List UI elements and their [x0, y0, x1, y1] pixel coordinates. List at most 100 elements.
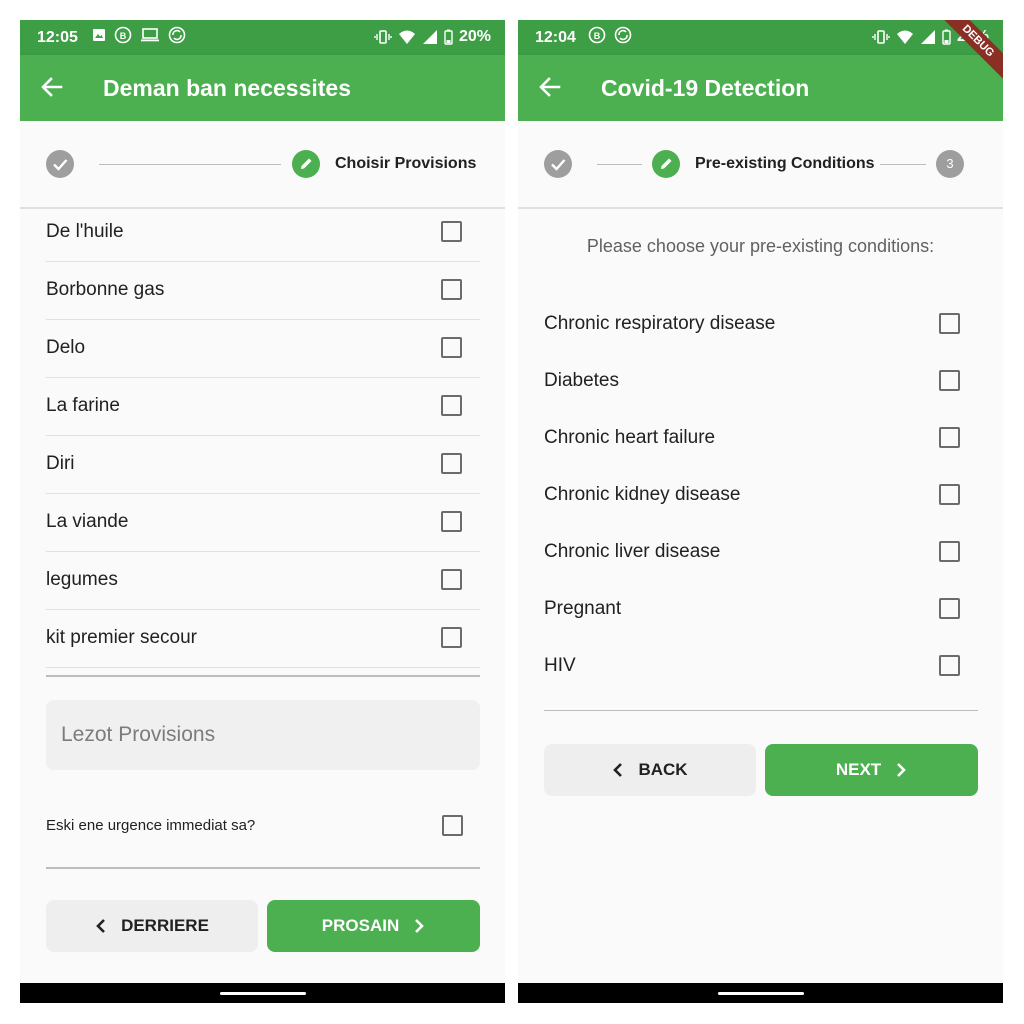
list-item-label: HIV	[544, 655, 576, 676]
item-checkbox[interactable]	[441, 569, 462, 590]
nav-bar	[518, 983, 1003, 1003]
app-bar: Deman ban necessites	[20, 55, 505, 121]
next-button-label: NEXT	[835, 760, 882, 779]
divider	[544, 710, 978, 711]
list-item-label: Chronic heart failure	[544, 427, 716, 448]
list-item[interactable]: Diabetes	[544, 353, 978, 410]
item-checkbox[interactable]	[441, 279, 462, 300]
chevron-right-icon	[897, 763, 907, 777]
list-item[interactable]: Pregnant	[544, 581, 978, 638]
divider	[46, 867, 480, 869]
step-label-current: Choisir Provisions	[335, 155, 477, 172]
list-item[interactable]: Chronic liver disease	[544, 524, 978, 581]
item-checkbox[interactable]	[939, 313, 960, 334]
urgent-checkbox[interactable]	[442, 815, 463, 836]
svg-text:B: B	[594, 31, 601, 41]
wifi-icon	[896, 30, 913, 44]
signal-icon	[422, 30, 437, 44]
signal-icon	[920, 30, 935, 44]
item-checkbox[interactable]	[441, 221, 462, 242]
item-checkbox[interactable]	[939, 598, 960, 619]
other-provisions-field[interactable]	[46, 700, 480, 770]
right-screen: 12:04 B 20% Covid-19 Detection DEBUG Pre…	[518, 20, 1003, 1003]
system-icons: 20%	[374, 28, 491, 46]
item-checkbox[interactable]	[441, 627, 462, 648]
list-item[interactable]: HIV	[544, 638, 978, 695]
step-1-complete[interactable]	[544, 150, 572, 178]
step-2-current[interactable]	[292, 150, 320, 178]
list-item[interactable]: Delo	[46, 320, 480, 378]
list-item[interactable]: La viande	[46, 494, 480, 552]
item-checkbox[interactable]	[441, 511, 462, 532]
urgent-label: Eski ene urgence immediat sa?	[46, 817, 256, 834]
check-icon	[551, 159, 566, 171]
stepper: Pre-existing Conditions 3	[518, 121, 1003, 209]
list-item-label: legumes	[46, 569, 118, 590]
list-item[interactable]: kit premier secour	[46, 610, 480, 668]
list-item[interactable]: Chronic kidney disease	[544, 467, 978, 524]
status-bar: 12:04 B 20%	[518, 20, 1003, 55]
step-connector	[597, 164, 642, 165]
step-1-complete[interactable]	[46, 150, 74, 178]
list-item[interactable]: De l'huile	[46, 204, 480, 262]
item-checkbox[interactable]	[939, 484, 960, 505]
item-checkbox[interactable]	[441, 395, 462, 416]
nav-bar	[20, 983, 505, 1003]
app-bar: Covid-19 Detection	[518, 55, 1003, 121]
home-handle[interactable]	[718, 992, 804, 995]
next-button[interactable]: NEXT	[765, 744, 978, 796]
left-screen: 12:05 B 20% Deman ban necessites Choisir…	[20, 20, 505, 1003]
provision-list: De l'huile Borbonne gas Delo La farine Diri L…	[46, 204, 480, 668]
image-icon	[93, 29, 105, 41]
item-checkbox[interactable]	[441, 337, 462, 358]
status-time: 12:04	[535, 29, 576, 46]
other-provisions-input[interactable]	[46, 700, 480, 770]
step-connector	[99, 164, 281, 165]
chevron-right-icon	[415, 919, 425, 933]
back-button[interactable]: DERRIERE	[46, 900, 258, 952]
item-checkbox[interactable]	[939, 370, 960, 391]
sync-circle-icon	[168, 26, 186, 44]
back-button[interactable]: BACK	[544, 744, 756, 796]
list-item-label: La farine	[46, 395, 120, 416]
notification-icons: B	[92, 26, 186, 44]
arrow-back-icon[interactable]	[38, 73, 66, 101]
list-item-label: De l'huile	[46, 221, 124, 242]
vibrate-icon	[374, 30, 392, 44]
list-item[interactable]: legumes	[46, 552, 480, 610]
status-time: 12:05	[37, 29, 78, 46]
home-handle[interactable]	[220, 992, 306, 995]
chevron-left-icon	[96, 919, 105, 933]
list-item[interactable]: La farine	[46, 378, 480, 436]
item-checkbox[interactable]	[441, 453, 462, 474]
list-item-label: Diabetes	[544, 370, 619, 391]
item-checkbox[interactable]	[939, 541, 960, 562]
list-item[interactable]: Diri	[46, 436, 480, 494]
list-item-label: Chronic respiratory disease	[544, 313, 776, 334]
battery-level: 20%	[458, 28, 491, 45]
prompt-text: Please choose your pre-existing conditio…	[586, 236, 935, 256]
stepper: Choisir Provisions	[20, 121, 505, 209]
list-item-label: kit premier secour	[46, 627, 197, 648]
list-item-label: Chronic liver disease	[544, 541, 721, 562]
list-item-label: Borbonne gas	[46, 279, 165, 300]
list-item[interactable]: Chronic respiratory disease	[544, 296, 978, 353]
pencil-icon	[301, 158, 312, 169]
step-3[interactable]: 3	[936, 150, 964, 178]
divider	[46, 675, 480, 677]
item-checkbox[interactable]	[939, 427, 960, 448]
laptop-icon	[141, 28, 159, 42]
arrow-back-icon[interactable]	[536, 73, 564, 101]
step-label-current: Pre-existing Conditions	[695, 155, 875, 172]
list-item[interactable]: Borbonne gas	[46, 262, 480, 320]
condition-list: Chronic respiratory disease Diabetes Chron…	[544, 296, 978, 695]
pencil-icon	[661, 158, 672, 169]
b-circle-icon: B	[588, 26, 606, 44]
step-2-current[interactable]	[652, 150, 680, 178]
next-button[interactable]: PROSAIN	[267, 900, 480, 952]
item-checkbox[interactable]	[939, 655, 960, 676]
next-button-label: PROSAIN	[321, 916, 400, 935]
battery-icon	[942, 29, 951, 45]
list-item-label: La viande	[46, 511, 129, 532]
list-item[interactable]: Chronic heart failure	[544, 410, 978, 467]
